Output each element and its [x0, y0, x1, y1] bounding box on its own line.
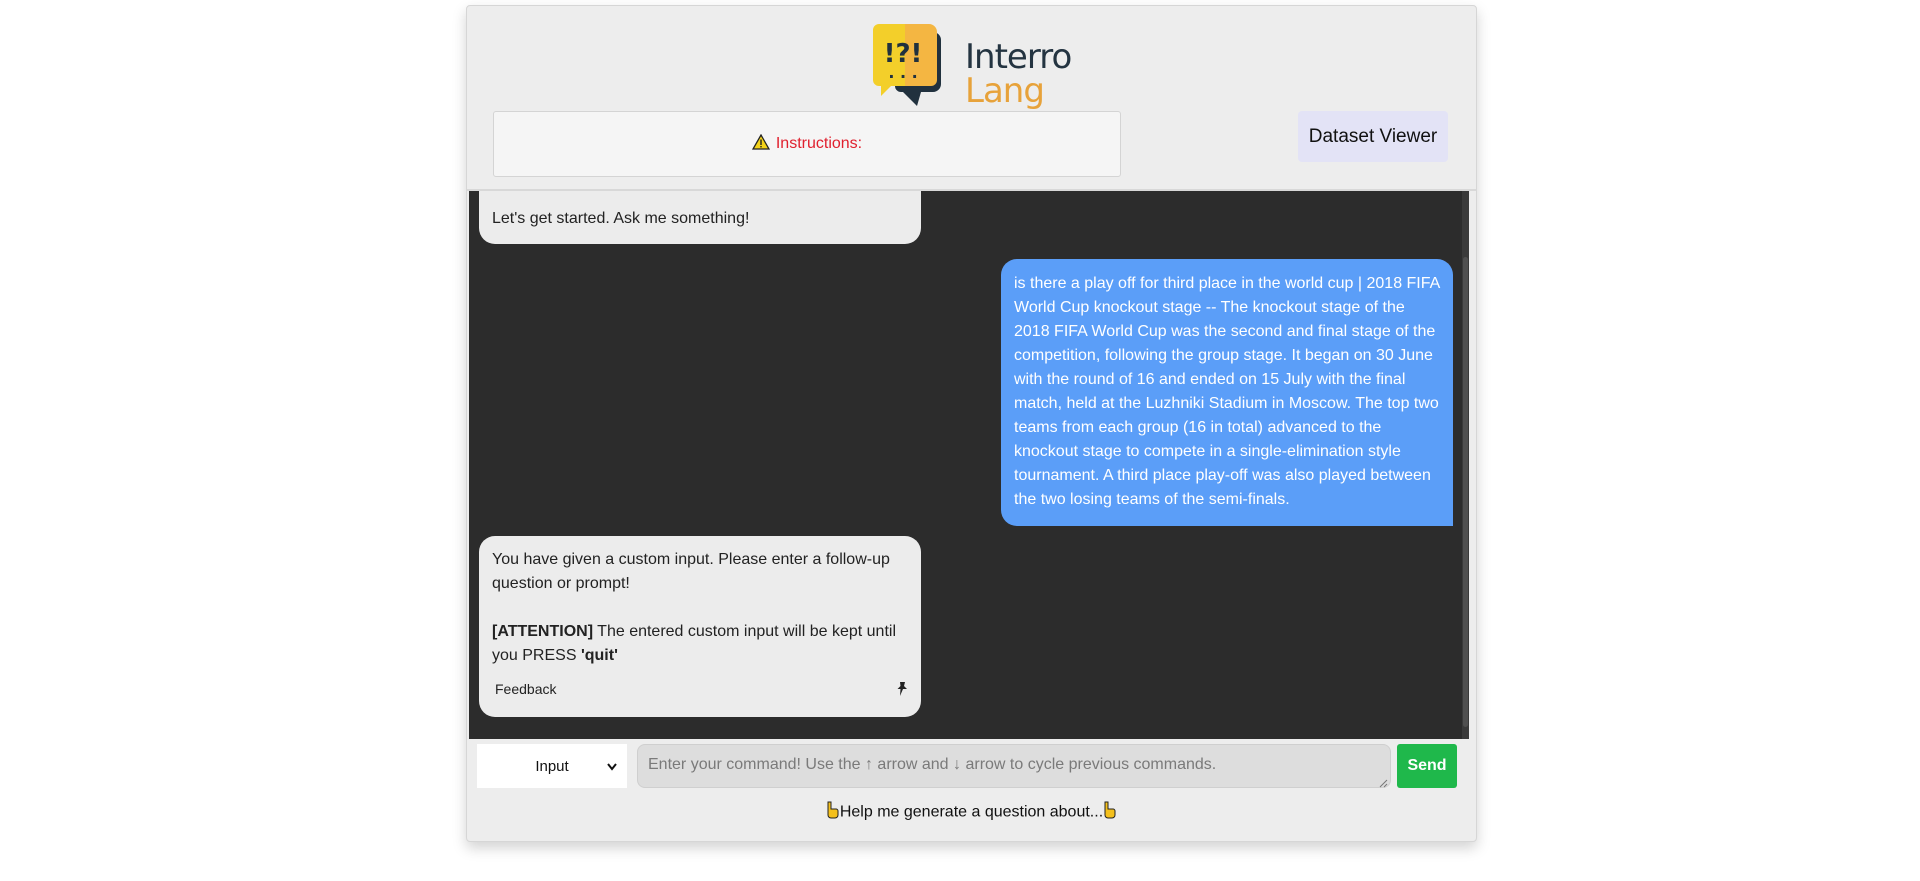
pin-icon[interactable] [895, 681, 909, 697]
resize-grip-icon[interactable] [1378, 775, 1388, 788]
send-button[interactable]: Send [1397, 744, 1457, 788]
quit-keyword: 'quit' [580, 647, 618, 664]
pointing-hand-icon [1103, 801, 1117, 824]
mode-select[interactable]: Input [477, 744, 627, 788]
logo: !?! . . . Interro Lang [867, 16, 1077, 114]
logo-text: Interro Lang [965, 37, 1072, 111]
logo-word-1: Interro [965, 37, 1072, 77]
logo-word-2: Lang [965, 71, 1045, 111]
instructions-label: Instructions: [775, 135, 863, 152]
feedback-link[interactable]: Feedback [495, 677, 556, 701]
attention-label: [ATTENTION] [492, 623, 594, 640]
chevron-down-icon [607, 758, 617, 775]
bot-message-text: Let's get started. Ask me something! [492, 210, 750, 227]
dataset-viewer-button[interactable]: Dataset Viewer [1298, 111, 1448, 162]
app-window: !?! . . . Interro Lang Instructions: Dat… [466, 5, 1477, 842]
bot-message-attention: [ATTENTION] The entered custom input wil… [492, 620, 908, 668]
bot-message: Let's get started. Ask me something! [479, 191, 921, 244]
bot-message: You have given a custom input. Please en… [479, 536, 921, 717]
chat-panel[interactable]: Let's get started. Ask me something! is … [469, 191, 1469, 739]
warning-icon [751, 133, 770, 155]
help-generate-question[interactable]: Help me generate a question about... [467, 801, 1476, 824]
logo-icon: !?! . . . [873, 24, 941, 106]
command-input-placeholder: Enter your command! Use the ↑ arrow and … [648, 756, 1217, 773]
svg-text:. . .: . . . [888, 63, 917, 82]
bot-message-text: You have given a custom input. Please en… [492, 551, 890, 592]
help-label: Help me generate a question about... [839, 803, 1104, 821]
chat-scrollbar[interactable] [1462, 191, 1469, 739]
command-input[interactable]: Enter your command! Use the ↑ arrow and … [637, 744, 1391, 788]
user-message-text: is there a play off for third place in t… [1014, 275, 1440, 508]
instructions-toggle[interactable]: Instructions: [493, 111, 1121, 177]
input-row: Input Enter your command! Use the ↑ arro… [467, 744, 1476, 790]
mode-select-value: Input [535, 757, 569, 775]
user-message: is there a play off for third place in t… [1001, 259, 1453, 526]
header: !?! . . . Interro Lang Instructions: Dat… [467, 6, 1476, 191]
pointing-hand-icon [826, 801, 840, 824]
scrollbar-thumb[interactable] [1463, 257, 1468, 727]
